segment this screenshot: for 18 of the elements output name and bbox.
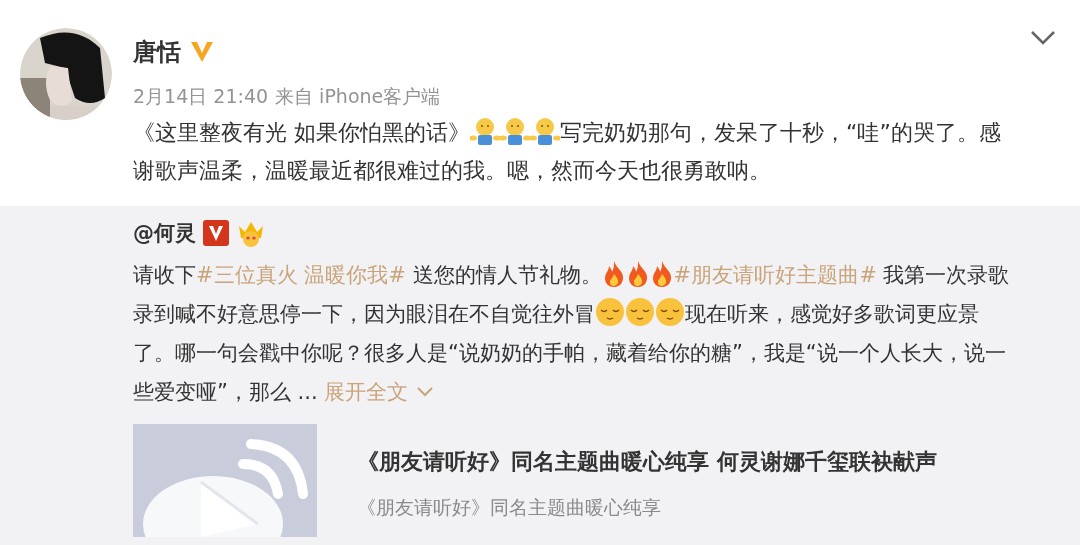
repost-text: 请收下#三位真火 温暖你我# 送您的情人节礼物。 #朋友请听好主题曲# 我第一次录歌录到喊不好意思停一下，因为眼泪在不自觉往外冒 现在听来，感觉好多歌词更应景了。哪一句会戳中你呢？很多人是“说奶奶的手帕，藏着给你的糖”，我是“说一个人长大，说一些爱变哑”，那么 ... 展开全文 bbox=[133, 256, 1018, 412]
smiling-face-icon bbox=[595, 297, 625, 327]
card-title: 《朋友请听好》同名主题曲暖心纯享 何灵谢娜千玺联袂献声 bbox=[357, 448, 937, 476]
chevron-down-icon bbox=[1030, 30, 1056, 46]
play-logo-icon bbox=[133, 424, 317, 537]
smiling-face-icon bbox=[625, 297, 655, 327]
chevron-down-icon bbox=[416, 386, 435, 398]
smiling-face-icon bbox=[655, 297, 685, 327]
hug-emoji-icon bbox=[530, 116, 560, 146]
hug-emoji-icon bbox=[500, 116, 530, 146]
media-card[interactable]: 《朋友请听好》同名主题曲暖心纯享 何灵谢娜千玺联袂献声 《朋友请听好》同名主题曲暖心纯享 bbox=[133, 424, 1053, 537]
author-name[interactable]: 唐恬 bbox=[133, 36, 181, 68]
post-text: 《这里整夜有光 如果你怕黑的话》 写完奶奶那句，发呆了十秒，“哇”的哭了。感谢歌声温柔，温暖最近都很难过的我。嗯，然而今天也很勇敢呐。 bbox=[133, 114, 1013, 190]
hug-emoji-icon bbox=[470, 116, 500, 146]
post-time: 2月14日 21:40 bbox=[133, 84, 269, 109]
post-source: 来自 iPhone客户端 bbox=[275, 84, 441, 109]
card-subtitle: 《朋友请听好》同名主题曲暖心纯享 bbox=[357, 495, 662, 520]
repost-author[interactable]: @何灵 bbox=[133, 219, 196, 247]
